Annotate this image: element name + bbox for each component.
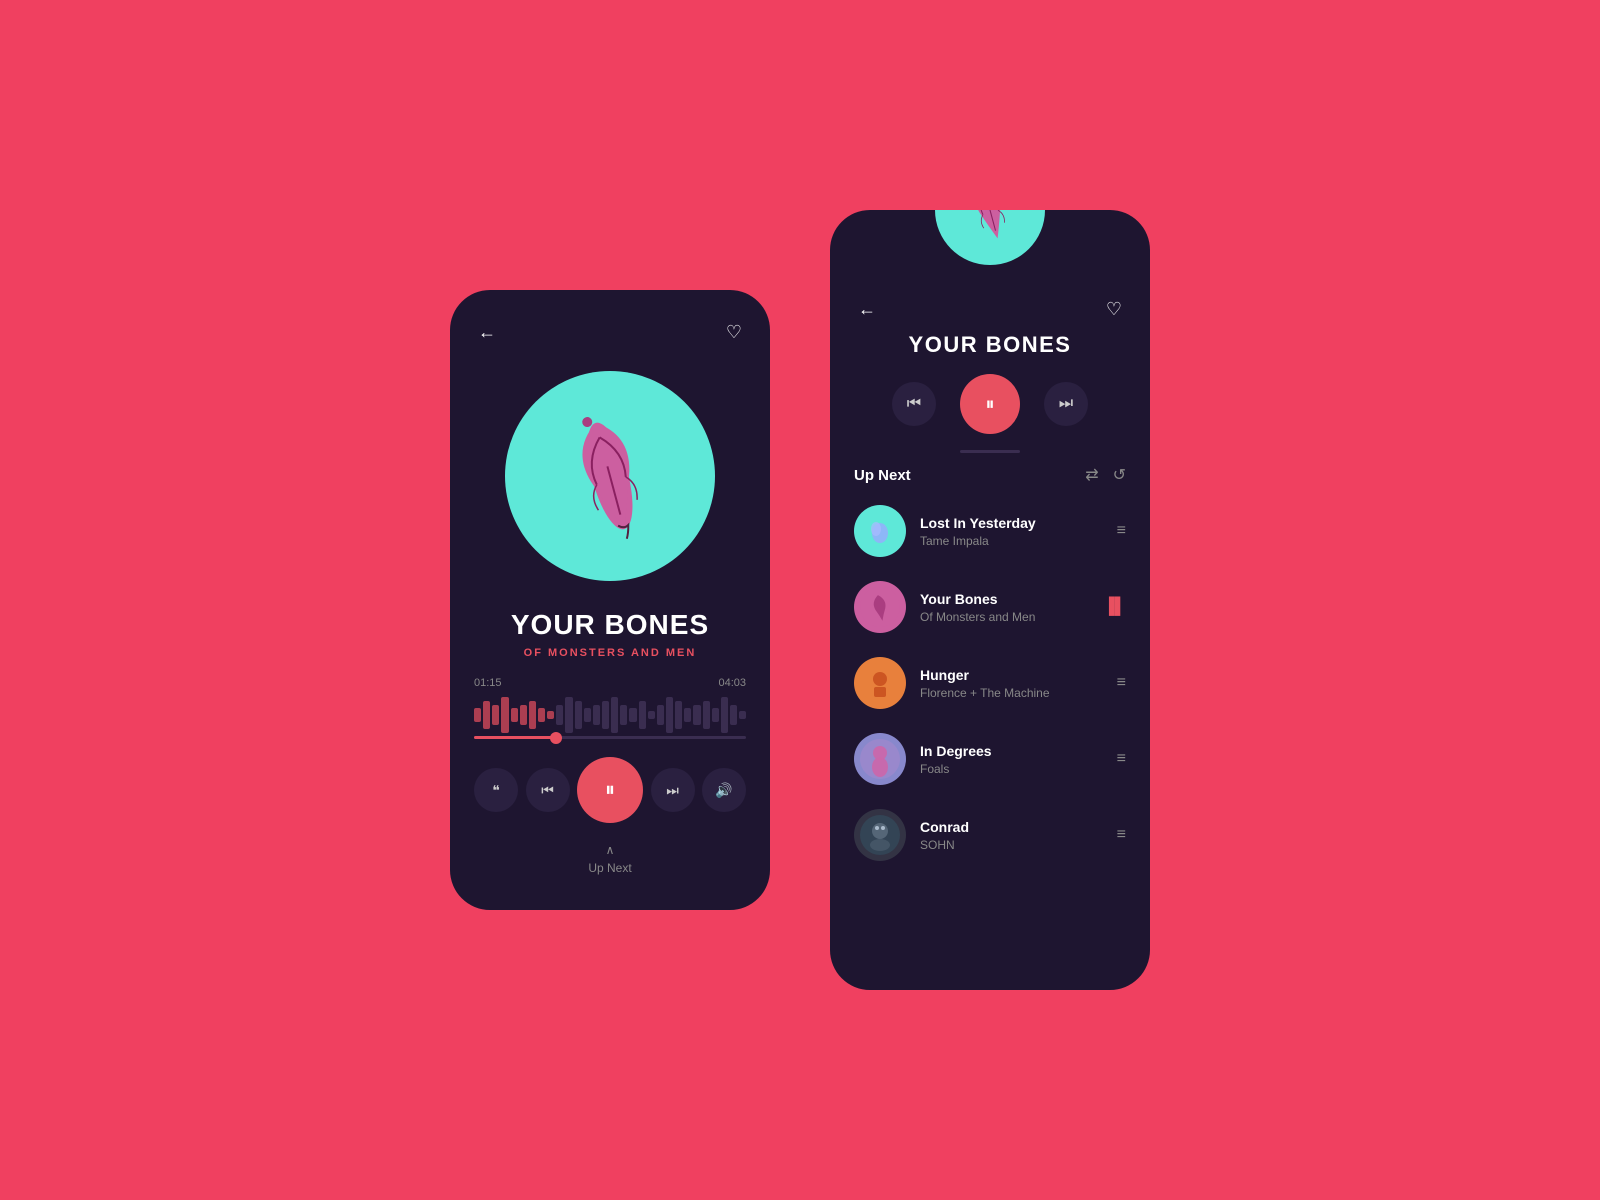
heart-button-right[interactable]: ♡	[1102, 295, 1126, 324]
track-info-1: Lost In Yesterday Tame Impala	[920, 515, 1103, 548]
album-art-circle-right	[935, 210, 1045, 265]
prev-button-left[interactable]: ⏮	[526, 768, 570, 812]
volume-button[interactable]: 🔊	[702, 768, 746, 812]
right-phone: ← ♡ YOUR BONES ⏮ ⏸ ⏭ Up Next ⇄ ↺ Lost In	[830, 210, 1150, 990]
top-bar-left: ← ♡	[474, 318, 746, 347]
controls-row-left: ❝ ⏮ ⏸ ⏭ 🔊	[474, 757, 746, 823]
track-info-2: Your Bones Of Monsters and Men	[920, 591, 1089, 624]
list-item[interactable]: Hunger Florence + The Machine ≡	[830, 645, 1150, 721]
list-item[interactable]: Conrad SOHN ≡	[830, 797, 1150, 873]
track-thumbnail-4	[854, 733, 906, 785]
track-thumbnail-2	[854, 581, 906, 633]
play-pause-button-left[interactable]: ⏸	[577, 757, 643, 823]
chevron-up-icon: ∧	[606, 843, 615, 857]
track-name-3: Hunger	[920, 667, 1103, 683]
list-item[interactable]: Your Bones Of Monsters and Men ▐▌	[830, 569, 1150, 645]
prev-button-right[interactable]: ⏮	[892, 382, 936, 426]
track-art-1	[860, 511, 900, 551]
top-bar-right: ← ♡	[830, 275, 1150, 324]
progress-fill	[474, 736, 556, 739]
heart-button-left[interactable]: ♡	[722, 318, 746, 347]
up-next-actions: ⇄ ↺	[1085, 465, 1126, 485]
track-action-5: ≡	[1117, 826, 1126, 844]
track-action-2-playing-icon: ▐▌	[1103, 598, 1126, 616]
play-pause-button-right[interactable]: ⏸	[960, 374, 1020, 434]
time-row: 01:15 04:03	[474, 677, 746, 689]
track-action-1: ≡	[1117, 522, 1126, 540]
track-art-5	[860, 815, 900, 855]
repeat-button[interactable]: ↺	[1113, 465, 1126, 485]
track-artist-1: Tame Impala	[920, 534, 1103, 548]
album-art-leaf	[535, 401, 685, 551]
progress-track[interactable]	[474, 736, 746, 739]
track-artist-4: Foals	[920, 762, 1103, 776]
track-thumbnail-3	[854, 657, 906, 709]
waveform-bars	[474, 697, 746, 733]
controls-row-right: ⏮ ⏸ ⏭	[892, 374, 1088, 434]
album-art-circle-left	[505, 371, 715, 581]
time-total: 04:03	[718, 677, 746, 689]
back-button-left[interactable]: ←	[474, 318, 500, 347]
divider	[960, 450, 1020, 453]
track-info-3: Hunger Florence + The Machine	[920, 667, 1103, 700]
track-action-4: ≡	[1117, 750, 1126, 768]
track-art-4	[860, 739, 900, 779]
list-item[interactable]: In Degrees Foals ≡	[830, 721, 1150, 797]
track-name-5: Conrad	[920, 819, 1103, 835]
back-button-right[interactable]: ←	[854, 295, 880, 324]
track-name-1: Lost In Yesterday	[920, 515, 1103, 531]
next-button-right[interactable]: ⏭	[1044, 382, 1088, 426]
shuffle-button[interactable]: ⇄	[1085, 465, 1098, 485]
playlist: Lost In Yesterday Tame Impala ≡ Your Bon…	[830, 493, 1150, 970]
up-next-label: Up Next	[854, 467, 911, 484]
album-art-leaf-right	[950, 210, 1030, 250]
left-phone: ← ♡ YOUR BONES OF MONSTERS AND MEN 01:15…	[450, 290, 770, 910]
waveform[interactable]	[474, 697, 746, 733]
song-title-right: YOUR BONES	[909, 332, 1072, 358]
track-artist-5: SOHN	[920, 838, 1103, 852]
up-next-header: Up Next ⇄ ↺	[830, 465, 1150, 485]
track-name-2: Your Bones	[920, 591, 1089, 607]
track-art-2	[860, 587, 900, 627]
track-thumbnail-1	[854, 505, 906, 557]
song-title-left: YOUR BONES	[511, 609, 709, 641]
track-artist-3: Florence + The Machine	[920, 686, 1103, 700]
list-item[interactable]: Lost In Yesterday Tame Impala ≡	[830, 493, 1150, 569]
track-info-5: Conrad SOHN	[920, 819, 1103, 852]
song-artist-left: OF MONSTERS AND MEN	[524, 647, 697, 659]
track-thumbnail-5	[854, 809, 906, 861]
next-button-left[interactable]: ⏭	[651, 768, 695, 812]
track-action-3: ≡	[1117, 674, 1126, 692]
up-next-hint[interactable]: ∧ Up Next	[588, 843, 631, 875]
progress-thumb	[550, 732, 562, 744]
up-next-hint-label: Up Next	[588, 861, 631, 875]
track-artist-2: Of Monsters and Men	[920, 610, 1089, 624]
time-current: 01:15	[474, 677, 502, 689]
track-art-3	[860, 663, 900, 703]
track-info-4: In Degrees Foals	[920, 743, 1103, 776]
lyrics-button[interactable]: ❝	[474, 768, 518, 812]
progress-section: 01:15 04:03	[474, 677, 746, 733]
track-name-4: In Degrees	[920, 743, 1103, 759]
